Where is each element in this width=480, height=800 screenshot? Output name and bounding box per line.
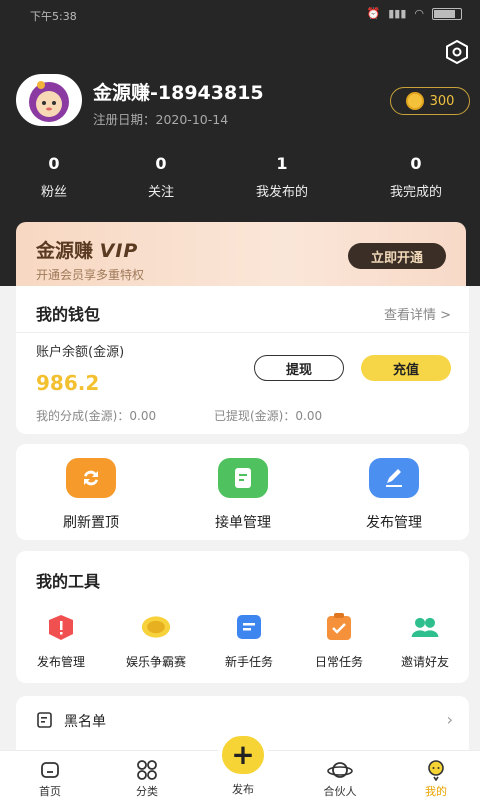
status-icons: ⏰ ▮▮▮ ◠ [367,7,462,20]
edit-icon [369,458,419,498]
stat-label: 粉丝 [40,185,67,200]
stats-row: 0 粉丝 0 关注 1 我发布的 0 我完成的 [0,154,480,204]
battery-icon [432,7,462,20]
blacklist-icon [36,711,54,733]
vip-title: 金源赚 VIP [36,240,139,262]
tab-home[interactable]: 首页 [2,757,98,799]
tab-label: 分类 [136,785,158,798]
stat-value: 0 [410,154,422,173]
coin-icon [405,92,424,110]
refresh-icon [66,458,116,498]
wallet-details-link[interactable]: 查看详情 > [384,304,451,323]
share-amount: 我的分成(金源)：0.00 [36,409,157,423]
signal-icon: ▮▮▮ [388,7,407,20]
tools-card: 我的工具 发布管理 娱乐争霸赛 新手任务 日常任务 邀请好友 [16,551,469,683]
stat-value: 0 [48,154,60,173]
stat-label: 我完成的 [389,185,442,200]
stat-completed[interactable]: 0 我完成的 [356,154,476,200]
tool-label: 娱乐争霸赛 [125,655,186,669]
wallet-card: 我的钱包 查看详情 > 账户余额(金源) 986.2 提现 充值 我的分成(金源… [16,286,469,434]
tab-label: 发布 [232,783,254,796]
users-icon [410,613,440,641]
quick-label: 刷新置顶 [63,515,119,531]
username: 金源赚-18943815 [93,82,264,104]
alert-shield-icon [46,613,76,641]
coin-balance-badge[interactable]: 300 [390,87,470,115]
quick-label: 接单管理 [215,515,271,531]
quick-actions-card: 刷新置顶 接单管理 发布管理 [16,444,469,540]
wifi-icon: ◠ [414,7,424,20]
stat-label: 我发布的 [255,185,308,200]
tool-daily-tasks[interactable]: 日常任务 [294,613,384,670]
stat-published[interactable]: 1 我发布的 [222,154,342,200]
avatar[interactable] [16,74,82,126]
settings-icon[interactable] [443,38,471,66]
recharge-button[interactable]: 充值 [361,355,451,381]
profile-icon [388,757,480,783]
chevron-right-icon: › [446,710,453,729]
tab-partner[interactable]: 合伙人 [292,757,388,799]
tab-categories[interactable]: 分类 [99,757,195,799]
stat-label: 关注 [147,185,174,200]
status-bar: 下午5:38 ⏰ ▮▮▮ ◠ [0,0,480,30]
document-icon [218,458,268,498]
grid-icon [99,757,195,783]
coin-icon [141,613,171,641]
wallet-title: 我的钱包 [36,305,101,324]
tab-label: 我的 [425,785,447,798]
clipboard-check-icon [324,613,354,641]
order-management-button[interactable]: 接单管理 [183,458,303,532]
refresh-top-button[interactable]: 刷新置顶 [31,458,151,532]
vip-subtitle: 开通会员享多重特权 [36,268,145,282]
withdrawn-amount: 已提现(金源)：0.00 [214,409,323,423]
tool-publish-management[interactable]: 发布管理 [16,613,106,670]
home-icon [2,757,98,783]
tool-newbie-tasks[interactable]: 新手任务 [204,613,294,670]
tool-invite-friends[interactable]: 邀请好友 [380,613,470,670]
list-icon [234,613,264,641]
balance-amount: 986.2 [36,371,100,395]
tab-mine[interactable]: 我的 [388,757,480,799]
registration-date: 注册日期：2020-10-14 [93,112,229,127]
coin-count: 300 [429,93,455,109]
stat-fans[interactable]: 0 粉丝 [0,154,114,200]
stat-value: 0 [155,154,167,173]
tool-entertainment-contest[interactable]: 娱乐争霸赛 [111,613,201,670]
plus-icon: + [231,738,255,771]
publish-management-button[interactable]: 发布管理 [334,458,454,532]
tool-label: 发布管理 [36,655,85,669]
balance-label: 账户余额(金源) [36,345,125,360]
tool-label: 日常任务 [314,655,363,669]
alarm-icon: ⏰ [366,7,381,20]
publish-fab-button[interactable]: + [218,732,268,778]
vip-open-button[interactable]: 立即开通 [348,243,446,269]
stat-following[interactable]: 0 关注 [101,154,221,200]
blacklist-label: 黑名单 [64,714,106,730]
tab-label: 首页 [39,785,61,798]
status-time: 下午5:38 [30,10,77,23]
withdraw-button[interactable]: 提现 [254,355,344,381]
stat-value: 1 [276,154,288,173]
vip-banner[interactable]: 金源赚 VIP 开通会员享多重特权 立即开通 [16,222,466,292]
divider [16,332,469,333]
quick-label: 发布管理 [366,515,422,531]
tab-label: 合伙人 [323,785,357,798]
tool-label: 邀请好友 [400,655,449,669]
tool-label: 新手任务 [224,655,273,669]
planet-icon [292,757,388,783]
tools-title: 我的工具 [36,572,101,591]
